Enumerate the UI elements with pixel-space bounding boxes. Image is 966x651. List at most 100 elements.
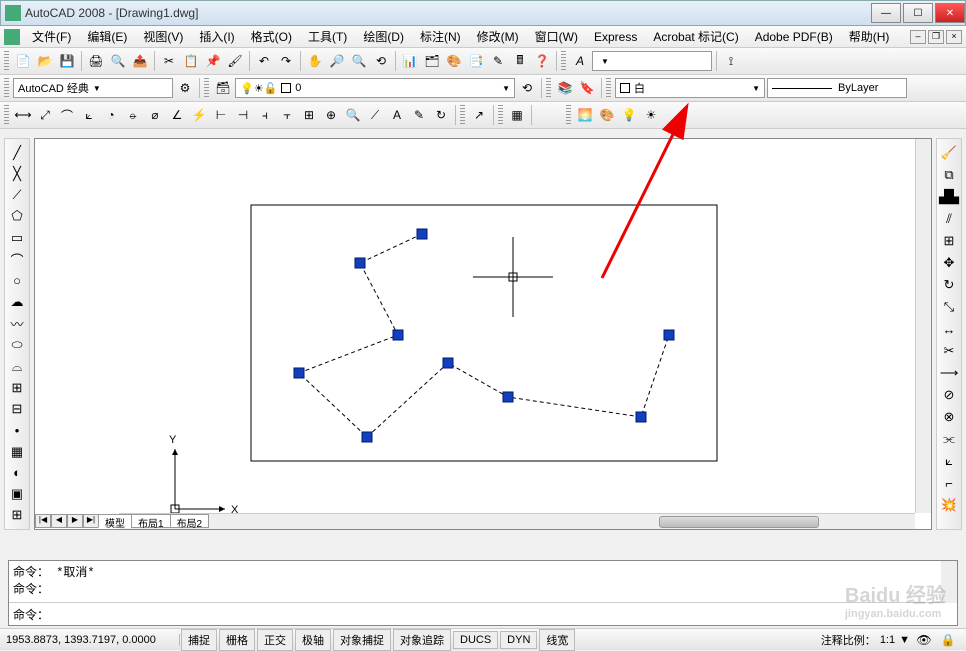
leader-icon[interactable]: ↗ — [469, 105, 489, 125]
jog-line-icon[interactable]: ⟋ — [365, 105, 385, 125]
save-icon[interactable]: 💾 — [57, 51, 77, 71]
osnap-toggle[interactable]: 对象捕捉 — [333, 629, 391, 651]
render-icon[interactable]: 🌅 — [575, 105, 595, 125]
undo-icon[interactable]: ↶ — [254, 51, 274, 71]
array-icon[interactable]: ⊞ — [939, 231, 959, 251]
join-icon[interactable]: ⫘ — [939, 429, 959, 449]
block-create-icon[interactable]: ⊟ — [7, 400, 27, 419]
dim-space-icon[interactable]: ⫞ — [255, 105, 275, 125]
dim-angular-icon[interactable]: ∠ — [167, 105, 187, 125]
dim-aligned-icon[interactable]: ⤢ — [35, 105, 55, 125]
dim-update-icon[interactable]: ↻ — [431, 105, 451, 125]
copy-obj-icon[interactable]: ⧉ — [939, 165, 959, 185]
print-icon[interactable]: 🖨 — [86, 51, 106, 71]
menu-express[interactable]: Express — [586, 28, 645, 46]
centermark-icon[interactable]: ⊕ — [321, 105, 341, 125]
lock-ui-icon[interactable]: 🔒 — [938, 630, 958, 650]
close-button[interactable]: ✕ — [935, 3, 965, 23]
rectangle-icon[interactable]: ▭ — [7, 228, 27, 247]
mdi-minimize[interactable]: – — [910, 30, 926, 44]
menu-file[interactable]: 文件(F) — [24, 26, 79, 47]
ortho-toggle[interactable]: 正交 — [257, 629, 293, 651]
designcenter-icon[interactable]: 🗂 — [422, 51, 442, 71]
menu-modify[interactable]: 修改(M) — [469, 26, 527, 47]
break-icon[interactable]: ⊗ — [939, 407, 959, 427]
cmd-scrollbar[interactable] — [941, 561, 957, 603]
drawing-canvas[interactable]: X Y — [35, 139, 915, 513]
ellipse-icon[interactable]: ⬭ — [7, 336, 27, 355]
command-input[interactable]: 命令： — [9, 603, 957, 625]
toolbar-grip[interactable] — [460, 105, 465, 125]
help-icon[interactable]: ❓ — [532, 51, 552, 71]
chamfer-icon[interactable]: ⟀ — [939, 451, 959, 471]
maximize-button[interactable]: ☐ — [903, 3, 933, 23]
inspect-icon[interactable]: 🔍 — [343, 105, 363, 125]
cut-icon[interactable]: ✂ — [159, 51, 179, 71]
dim-baseline-icon[interactable]: ⊢ — [211, 105, 231, 125]
tab-prev[interactable]: ◀ — [51, 514, 67, 528]
drawing-area[interactable]: X Y |◀ ◀ ▶ ▶| 模型 布局1 布局2 — [34, 138, 932, 530]
move-icon[interactable]: ✥ — [939, 253, 959, 273]
menu-draw[interactable]: 绘图(D) — [355, 26, 412, 47]
markup-icon[interactable]: ✎ — [488, 51, 508, 71]
horizontal-scrollbar[interactable] — [119, 513, 915, 529]
layer-prev-icon[interactable]: ⟲ — [517, 78, 537, 98]
toolbar-grip[interactable] — [4, 51, 9, 71]
toolbar-grip[interactable] — [606, 78, 611, 98]
properties-icon[interactable]: 📊 — [400, 51, 420, 71]
menu-adobe[interactable]: Adobe PDF(B) — [747, 28, 841, 46]
dim-radius-icon[interactable]: ◔ — [101, 105, 121, 125]
scale-icon[interactable]: ⤡ — [939, 297, 959, 317]
zoom-win-icon[interactable]: 🔍 — [349, 51, 369, 71]
layout1-tab[interactable]: 布局1 — [131, 514, 171, 528]
text-style-icon[interactable]: A — [570, 51, 590, 71]
dim-break-icon[interactable]: ⫟ — [277, 105, 297, 125]
fillet-icon[interactable]: ⌐ — [939, 473, 959, 493]
table-style-icon[interactable]: ▦ — [507, 105, 527, 125]
lwt-toggle[interactable]: 线宽 — [539, 629, 575, 651]
toolbar-grip[interactable] — [546, 78, 551, 98]
trim-icon[interactable]: ✂ — [939, 341, 959, 361]
dim-tedit-icon[interactable]: ✎ — [409, 105, 429, 125]
sun-icon[interactable]: ☀ — [641, 105, 661, 125]
block-insert-icon[interactable]: ⊞ — [7, 378, 27, 397]
chevron-down-icon[interactable]: ▼ — [899, 634, 910, 646]
toolbar-grip[interactable] — [566, 105, 571, 125]
scroll-thumb[interactable] — [659, 516, 819, 528]
gradient-icon[interactable]: ◐ — [7, 463, 27, 482]
menu-help[interactable]: 帮助(H) — [841, 26, 898, 47]
explode-icon[interactable]: 💥 — [939, 495, 959, 515]
dim-edit-icon[interactable]: A — [387, 105, 407, 125]
menu-insert[interactable]: 插入(I) — [191, 26, 242, 47]
menu-tools[interactable]: 工具(T) — [300, 26, 355, 47]
line-icon[interactable]: ╱ — [7, 143, 27, 162]
dyn-toggle[interactable]: DYN — [500, 631, 537, 649]
paste-icon[interactable]: 📌 — [203, 51, 223, 71]
tab-last[interactable]: ▶| — [83, 514, 99, 528]
linetype-combo[interactable]: ByLayer — [767, 78, 907, 98]
circle-icon[interactable]: ○ — [7, 271, 27, 290]
vertical-scrollbar[interactable] — [915, 139, 931, 513]
materials-icon[interactable]: 🎨 — [597, 105, 617, 125]
menu-edit[interactable]: 编辑(E) — [79, 26, 135, 47]
dim-style-icon[interactable]: ⟟ — [721, 51, 741, 71]
break-point-icon[interactable]: ⊘ — [939, 385, 959, 405]
anno-scale-value[interactable]: 1:1 — [880, 634, 895, 646]
match-icon[interactable]: 🖌 — [225, 51, 245, 71]
menu-dimension[interactable]: 标注(N) — [412, 26, 469, 47]
menu-acrobat[interactable]: Acrobat 标记(C) — [645, 26, 746, 47]
light-icon[interactable]: 💡 — [619, 105, 639, 125]
ellipse-arc-icon[interactable]: ⌓ — [7, 357, 27, 376]
offset-icon[interactable]: ⫽ — [939, 209, 959, 229]
tolerance-icon[interactable]: ⊞ — [299, 105, 319, 125]
dim-arc-icon[interactable]: ⌒ — [57, 105, 77, 125]
revcloud-icon[interactable]: ☁ — [7, 293, 27, 312]
model-tab[interactable]: 模型 — [98, 514, 132, 528]
publish-icon[interactable]: 📤 — [130, 51, 150, 71]
dim-continue-icon[interactable]: ⊣ — [233, 105, 253, 125]
table-icon[interactable]: ⊞ — [7, 506, 27, 525]
toolbar-grip[interactable] — [204, 78, 209, 98]
toolbar-grip[interactable] — [4, 78, 9, 98]
minimize-button[interactable]: — — [871, 3, 901, 23]
layer-combo[interactable]: 💡 ☀ 🔓 0 ▼ — [235, 78, 515, 98]
